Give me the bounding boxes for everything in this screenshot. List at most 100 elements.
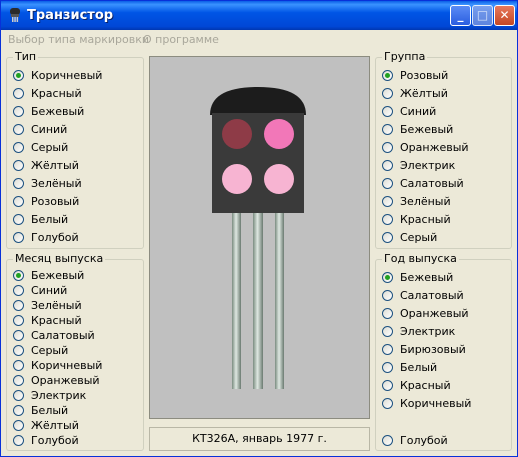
radio-icon[interactable] (13, 389, 24, 401)
radio-icon[interactable] (13, 141, 24, 153)
radio-icon[interactable] (382, 159, 393, 171)
type-group-option[interactable]: Розовый (13, 194, 79, 208)
month-group-option[interactable]: Зелёный (13, 298, 82, 312)
group-group-option[interactable]: Салатовый (382, 176, 464, 190)
group-group-option[interactable]: Синий (382, 104, 436, 118)
group-group-option[interactable]: Электрик (382, 158, 455, 172)
radio-label: Зелёный (400, 194, 451, 208)
radio-label: Белый (400, 360, 438, 374)
radio-label: Синий (31, 122, 68, 136)
radio-icon[interactable] (382, 434, 393, 446)
type-group-option[interactable]: Серый (13, 140, 68, 154)
year-group-option[interactable]: Электрик (382, 324, 455, 338)
radio-icon[interactable] (13, 231, 24, 243)
radio-icon[interactable] (382, 379, 393, 391)
year-group-option[interactable]: Белый (382, 360, 437, 374)
radio-icon[interactable] (382, 177, 393, 189)
radio-icon[interactable] (13, 269, 24, 281)
window-title: Транзистор (27, 8, 114, 23)
radio-icon[interactable] (382, 343, 393, 355)
close-button[interactable]: ✕ (494, 5, 515, 26)
type-group-option[interactable]: Красный (13, 86, 82, 100)
year-group-option[interactable]: Коричневый (382, 396, 471, 410)
group-group-option[interactable]: Оранжевый (382, 140, 469, 154)
radio-icon[interactable] (13, 159, 24, 171)
radio-icon[interactable] (13, 299, 24, 311)
group-group-option[interactable]: Серый (382, 230, 437, 244)
radio-icon[interactable] (382, 87, 393, 99)
type-group-option[interactable]: Коричневый (13, 68, 102, 82)
radio-icon[interactable] (382, 397, 393, 409)
radio-icon[interactable] (13, 419, 24, 431)
year-group-option[interactable]: Салатовый (382, 288, 464, 302)
close-icon: ✕ (499, 8, 510, 22)
radio-icon[interactable] (13, 284, 24, 296)
radio-icon[interactable] (382, 105, 393, 117)
month-group-option[interactable]: Серый (13, 343, 68, 357)
radio-icon[interactable] (13, 374, 24, 386)
radio-label: Белый (31, 212, 69, 226)
type-group-legend: Тип (13, 50, 39, 64)
radio-icon[interactable] (13, 434, 24, 446)
radio-label: Бежевый (31, 268, 85, 282)
radio-icon[interactable] (382, 195, 393, 207)
year-group-option[interactable]: Бирюзовый (382, 342, 466, 356)
group-group-option[interactable]: Розовый (382, 68, 448, 82)
radio-icon[interactable] (13, 344, 24, 356)
month-group-option[interactable]: Голубой (13, 433, 79, 447)
month-group-option[interactable]: Белый (13, 403, 68, 417)
radio-icon[interactable] (382, 289, 393, 301)
year-group-option-extra[interactable]: Голубой (382, 433, 448, 447)
radio-icon[interactable] (13, 87, 24, 99)
radio-label: Красный (400, 212, 451, 226)
radio-icon[interactable] (13, 404, 24, 416)
radio-icon[interactable] (382, 141, 393, 153)
group-group-option[interactable]: Зелёный (382, 194, 451, 208)
group-group-option[interactable]: Бежевый (382, 122, 453, 136)
type-group-option[interactable]: Бежевый (13, 104, 84, 118)
radio-icon[interactable] (13, 329, 24, 341)
type-group-option[interactable]: Зелёный (13, 176, 82, 190)
radio-label: Жёлтый (31, 158, 79, 172)
radio-icon[interactable] (13, 123, 24, 135)
type-group-option[interactable]: Синий (13, 122, 67, 136)
type-group-option[interactable]: Голубой (13, 230, 79, 244)
group-group-option[interactable]: Жёлтый (382, 86, 448, 100)
radio-icon[interactable] (13, 213, 24, 225)
radio-icon[interactable] (13, 69, 24, 81)
radio-icon[interactable] (382, 123, 393, 135)
radio-icon[interactable] (382, 213, 393, 225)
type-group-option[interactable]: Жёлтый (13, 158, 79, 172)
radio-icon[interactable] (382, 307, 393, 319)
month-group-option[interactable]: Салатовый (13, 328, 95, 342)
month-group-option[interactable]: Синий (13, 283, 67, 297)
radio-icon[interactable] (382, 325, 393, 337)
group-group-legend: Группа (382, 50, 428, 64)
month-group-option[interactable]: Жёлтый (13, 418, 79, 432)
year-group-option[interactable]: Оранжевый (382, 306, 469, 320)
menu-about[interactable]: О программе (143, 33, 219, 46)
month-group-option[interactable]: Бежевый (13, 268, 84, 282)
title-bar[interactable]: Транзистор _ □ ✕ (1, 1, 517, 30)
type-group-option[interactable]: Белый (13, 212, 68, 226)
caption-text: КТ326А, январь 1977 г. (192, 432, 327, 445)
minimize-button[interactable]: _ (450, 5, 471, 26)
group-group-option[interactable]: Красный (382, 212, 451, 226)
radio-icon[interactable] (382, 361, 393, 373)
month-group-option[interactable]: Красный (13, 313, 82, 327)
radio-icon[interactable] (13, 314, 24, 326)
radio-icon[interactable] (13, 105, 24, 117)
radio-icon[interactable] (13, 195, 24, 207)
radio-icon[interactable] (13, 359, 24, 371)
month-group-option[interactable]: Оранжевый (13, 373, 100, 387)
radio-icon[interactable] (382, 271, 393, 283)
menu-marking-type[interactable]: Выбор типа маркировки (8, 33, 149, 46)
maximize-button[interactable]: □ (472, 5, 493, 26)
year-group-option[interactable]: Бежевый (382, 270, 453, 284)
radio-icon[interactable] (13, 177, 24, 189)
year-group-option[interactable]: Красный (382, 378, 451, 392)
month-group-option[interactable]: Коричневый (13, 358, 102, 372)
month-group-option[interactable]: Электрик (13, 388, 86, 402)
radio-icon[interactable] (382, 69, 393, 81)
radio-icon[interactable] (382, 231, 393, 243)
